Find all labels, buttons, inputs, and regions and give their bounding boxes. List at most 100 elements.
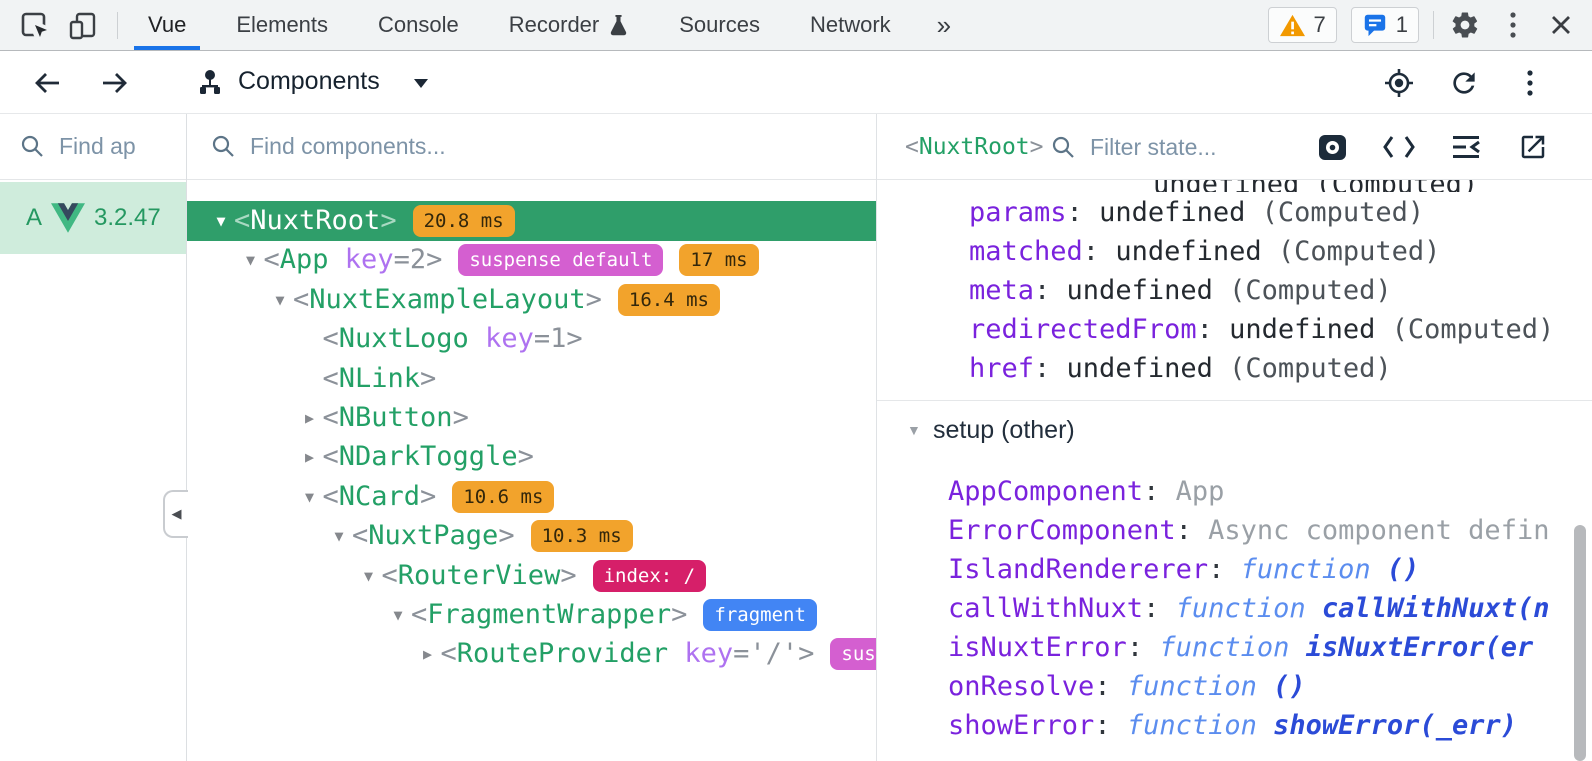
- tree-row-FragmentWrapper[interactable]: ▼ <FragmentWrapper> fragment: [187, 595, 876, 635]
- caret-down-icon[interactable]: ▼: [299, 477, 321, 517]
- tree-row-RouteProvider[interactable]: ▶<RouteProvider key='/'> suspense default: [187, 634, 876, 674]
- tree-row-NLink[interactable]: <NLink>: [187, 359, 876, 399]
- colon: :: [1034, 353, 1067, 384]
- setup-row-IslandRendererer[interactable]: IslandRendererer: function (): [948, 551, 1419, 589]
- warnings-badge[interactable]: 7: [1267, 7, 1337, 43]
- scroll-to-component-icon[interactable]: [1449, 130, 1483, 164]
- colon: :: [1094, 710, 1127, 741]
- inspect-code-icon[interactable]: [1382, 130, 1416, 164]
- settings-gear-icon[interactable]: [1448, 8, 1482, 42]
- angle-bracket: <: [322, 402, 339, 433]
- more-options-icon[interactable]: [1496, 8, 1530, 42]
- history-forward-icon[interactable]: [96, 65, 132, 101]
- tab-console[interactable]: Console: [364, 0, 473, 50]
- setup-row-ErrorComponent[interactable]: ErrorComponent: Async component defin: [948, 512, 1549, 550]
- component-tag: <RouteProvider key='/'> suspense default: [441, 634, 876, 674]
- setup-row-AppComponent[interactable]: AppComponent: App: [948, 473, 1224, 511]
- issues-badge[interactable]: 1: [1350, 7, 1419, 43]
- device-toolbar-icon[interactable]: [66, 9, 100, 43]
- components-tab-icon[interactable]: [192, 65, 228, 101]
- colon: :: [1208, 554, 1241, 585]
- tree-row-NDarkToggle[interactable]: ▶ <NDarkToggle>: [187, 437, 876, 477]
- state-key: redirectedFrom: [969, 314, 1197, 345]
- vue-version: 3.2.47: [94, 204, 161, 231]
- tab-elements[interactable]: Elements: [222, 0, 342, 50]
- caret-down-icon[interactable]: ▼: [269, 280, 291, 320]
- state-row-matched[interactable]: matched: undefined (Computed): [969, 233, 1440, 271]
- setup-row-callWithNuxt[interactable]: callWithNuxt: function callWithNuxt(n: [948, 590, 1549, 628]
- vertical-scrollbar[interactable]: [1574, 525, 1586, 761]
- inspector-dropdown-caret[interactable]: [414, 79, 428, 88]
- filter-state-input[interactable]: Filter state...: [1051, 114, 1217, 180]
- caret-down-icon[interactable]: ▼: [907, 412, 921, 448]
- find-app-input[interactable]: Find ap: [0, 114, 186, 180]
- history-back-icon[interactable]: [30, 65, 66, 101]
- more-tabs-chevron[interactable]: »: [927, 0, 961, 50]
- open-in-editor-icon[interactable]: [1516, 130, 1550, 164]
- tree-row-NButton[interactable]: ▶ <NButton>: [187, 398, 876, 438]
- state-row-params[interactable]: params: undefined (Computed): [969, 194, 1424, 232]
- angle-bracket: <: [411, 599, 428, 630]
- angle-bracket: <: [352, 520, 369, 552]
- state-key: ErrorComponent: [948, 515, 1176, 546]
- tree-row-NuxtExampleLayout[interactable]: ▼ <NuxtExampleLayout> 16.4 ms: [187, 280, 876, 320]
- setup-row-showError[interactable]: showError: function showError(_err): [948, 707, 1517, 745]
- caret-right-icon[interactable]: ▶: [299, 398, 321, 438]
- component-state-panel: <NuxtRoot> Filter state... params: undef…: [876, 114, 1592, 761]
- component-name: FragmentWrapper: [427, 599, 672, 630]
- collapse-sidebar-handle[interactable]: ◀: [163, 490, 188, 538]
- collapse-left-icon: ◀: [171, 506, 182, 521]
- angle-bracket: >: [452, 402, 469, 433]
- colon: :: [1196, 314, 1230, 345]
- tree-row-NuxtRoot[interactable]: ▼ <NuxtRoot> 20.8 ms: [187, 201, 876, 241]
- route-badge: index: /: [592, 559, 707, 592]
- tab-recorder[interactable]: Recorder: [495, 0, 643, 50]
- find-components-input[interactable]: Find components...: [187, 114, 876, 180]
- setup-row-isNuxtError[interactable]: isNuxtError: function isNuxtError(er: [948, 629, 1533, 667]
- caret-down-icon[interactable]: ▼: [240, 240, 262, 280]
- tab-label: Elements: [236, 12, 329, 37]
- close-devtools-icon[interactable]: [1544, 8, 1578, 42]
- state-row-redirectedFrom[interactable]: redirectedFrom: undefined (Computed): [969, 311, 1554, 349]
- angle-bracket: >: [498, 520, 515, 552]
- tree-row-App[interactable]: ▼ <App key=2> suspense default 17 ms: [187, 240, 876, 280]
- angle-bracket: <: [293, 283, 310, 315]
- devtools-tabs: Vue Elements Console Recorder Sources Network…: [134, 0, 961, 50]
- component-tag: <FragmentWrapper> fragment: [411, 595, 817, 635]
- caret-down-icon[interactable]: ▼: [328, 516, 350, 556]
- component-tag: <NDarkToggle>: [323, 437, 534, 477]
- angle-bracket: <: [322, 323, 339, 355]
- state-row-meta[interactable]: meta: undefined (Computed): [969, 272, 1392, 310]
- setup-row-onResolve[interactable]: onResolve: function (): [948, 668, 1306, 706]
- state-value: undefined: [1066, 275, 1213, 306]
- caret-down-icon[interactable]: ▼: [358, 556, 380, 596]
- inspect-dom-eye-icon[interactable]: [1315, 130, 1349, 164]
- inspect-element-icon[interactable]: [18, 9, 52, 43]
- select-component-target-icon[interactable]: [1381, 65, 1417, 101]
- component-name: NButton: [338, 402, 453, 433]
- tree-row-NuxtLogo[interactable]: <NuxtLogo key=1>: [187, 319, 876, 359]
- state-key: meta: [969, 275, 1035, 306]
- colon: :: [1082, 236, 1116, 267]
- state-key: callWithNuxt: [948, 593, 1144, 624]
- state-row-href[interactable]: href: undefined (Computed): [969, 350, 1392, 388]
- inspector-title[interactable]: Components: [238, 67, 380, 96]
- tree-row-NuxtPage[interactable]: ▼ <NuxtPage> 10.3 ms: [187, 516, 876, 556]
- vue-more-menu-icon[interactable]: [1512, 65, 1548, 101]
- caret-right-icon[interactable]: ▶: [417, 634, 439, 674]
- caret-right-icon[interactable]: ▶: [299, 437, 321, 477]
- state-key: href: [969, 353, 1035, 384]
- clipped-state-row: undefined (Computed): [1153, 180, 1478, 192]
- tab-vue[interactable]: Vue: [134, 0, 201, 50]
- caret-down-icon[interactable]: ▼: [210, 201, 232, 241]
- tree-row-RouterView[interactable]: ▼ <RouterView> index: /: [187, 556, 876, 596]
- key-attribute-value: ='/'>: [733, 638, 815, 670]
- caret-down-icon[interactable]: ▼: [387, 595, 409, 635]
- tree-row-NCard[interactable]: ▼ <NCard> 10.6 ms: [187, 477, 876, 517]
- warning-icon: [1279, 14, 1305, 36]
- refresh-icon[interactable]: [1446, 65, 1482, 101]
- tab-sources[interactable]: Sources: [665, 0, 774, 50]
- app-selector-row[interactable]: A 3.2.47: [0, 182, 186, 254]
- state-value: undefined: [1115, 236, 1262, 267]
- tab-network[interactable]: Network: [796, 0, 905, 50]
